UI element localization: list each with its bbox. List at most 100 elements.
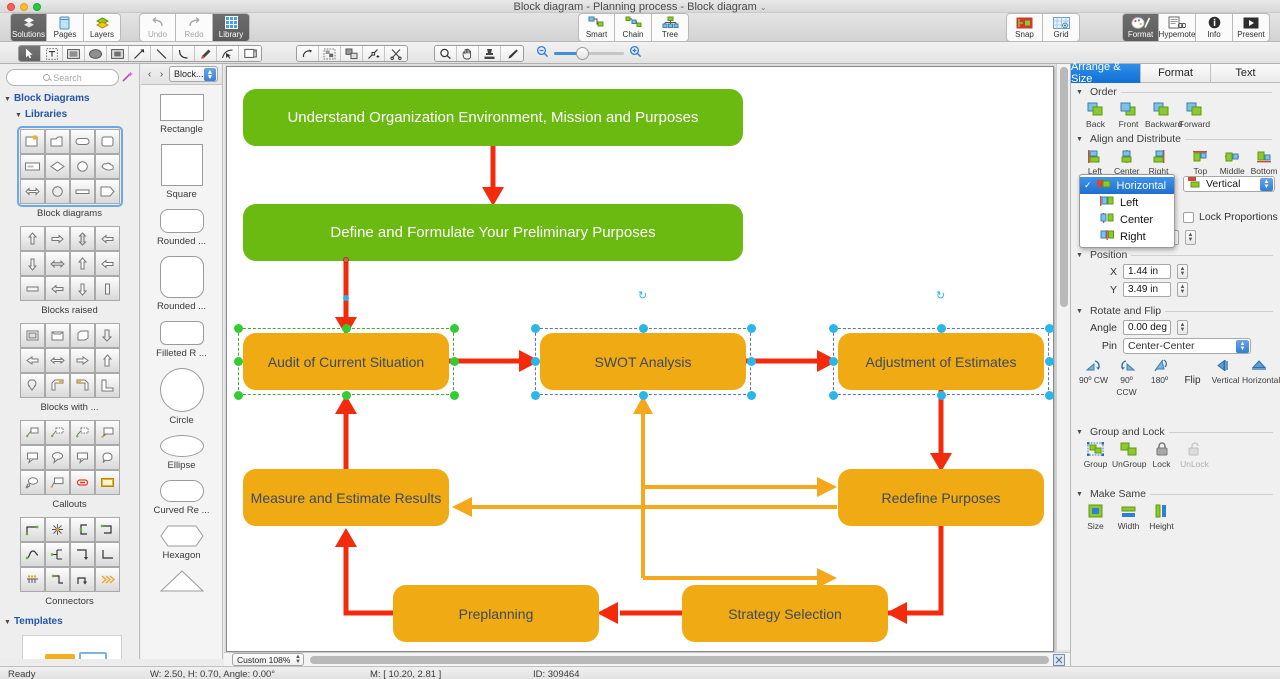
shape-swatch[interactable] <box>70 179 95 204</box>
shape-swatch[interactable] <box>20 348 45 373</box>
send-backward-button[interactable]: Backward <box>1145 101 1178 130</box>
shape-swatch[interactable] <box>95 542 120 567</box>
section-rotate-header[interactable]: ▼ Rotate and Flip <box>1071 305 1280 317</box>
frame-tool-button[interactable] <box>107 46 129 61</box>
template-thumbnail[interactable] <box>22 635 122 659</box>
magic-wand-icon[interactable] <box>119 70 135 86</box>
shape-swatch[interactable] <box>95 420 120 445</box>
shape-swatch[interactable] <box>20 323 45 348</box>
shape-swatch[interactable] <box>70 154 95 179</box>
smart-connector-button[interactable]: Smart <box>578 13 615 42</box>
shape-swatch[interactable] <box>95 373 120 398</box>
rotate-cw-button[interactable]: 90º CW <box>1077 357 1110 398</box>
layers-button[interactable]: Layers <box>84 13 121 42</box>
line-arrow-tool-button[interactable] <box>129 46 151 61</box>
shape-swatch[interactable] <box>20 226 45 251</box>
resize-handle-nw[interactable] <box>234 324 243 333</box>
zoom-slider-knob[interactable] <box>576 47 589 60</box>
menu-item-center[interactable]: Center <box>1080 211 1174 228</box>
search-input[interactable]: Search <box>6 69 119 86</box>
resize-handle-se[interactable] <box>747 391 756 400</box>
lock-proportions-row[interactable]: Lock Proportions <box>1183 211 1278 223</box>
nav-forward-icon[interactable]: › <box>157 69 166 80</box>
shape-swatch[interactable] <box>20 154 45 179</box>
callout-tool-button[interactable] <box>239 46 261 61</box>
pen-tool-button[interactable] <box>195 46 217 61</box>
library-thumbnail-grid[interactable] <box>19 225 121 302</box>
redo-button[interactable]: Redo <box>176 13 213 42</box>
align-center-button[interactable]: Center <box>1111 148 1143 177</box>
align-bottom-button[interactable]: Bottom <box>1248 148 1280 177</box>
position-y-input[interactable]: 3.49 in <box>1123 282 1171 297</box>
send-to-back-button[interactable]: Back <box>1079 101 1112 130</box>
distribute-vertical-stepper-icon[interactable]: ▲▼ <box>1260 178 1273 191</box>
library-thumbnail-grid[interactable] <box>19 419 121 496</box>
shape-swatch[interactable] <box>70 542 95 567</box>
smart-connector-tool-button[interactable] <box>363 46 385 61</box>
menu-item-horizontal[interactable]: ✓ Horizontal <box>1080 177 1174 194</box>
shape-curved-rectangle[interactable]: Curved Re ... <box>141 480 222 516</box>
shape-triangle[interactable] <box>141 570 222 592</box>
shape-swatch[interactable] <box>70 373 95 398</box>
shape-swatch[interactable] <box>70 276 95 301</box>
shape-swatch[interactable] <box>20 567 45 592</box>
snap-button[interactable]: Snap <box>1006 13 1043 42</box>
solutions-button[interactable]: Solutions <box>10 13 47 42</box>
undo-button[interactable]: Undo <box>139 13 176 42</box>
tab-format[interactable]: Format <box>1141 64 1211 83</box>
library-block-diagrams[interactable]: Block diagrams <box>0 128 139 219</box>
same-width-button[interactable]: Width <box>1112 503 1145 532</box>
shape-swatch[interactable] <box>45 542 70 567</box>
diagram-node[interactable]: Redefine Purposes <box>838 469 1044 526</box>
diagram-page[interactable]: Understand Organization Environment, Mis… <box>226 66 1054 652</box>
shape-swatch[interactable] <box>45 276 70 301</box>
format-button[interactable]: Format <box>1122 13 1159 42</box>
shape-swatch[interactable] <box>20 373 45 398</box>
library-callouts[interactable]: Callouts <box>0 419 139 510</box>
shape-swatch[interactable] <box>70 517 95 542</box>
shape-swatch[interactable] <box>45 445 70 470</box>
ellipse-tool-button[interactable] <box>85 46 107 61</box>
diagram-node[interactable]: Strategy Selection <box>682 585 888 642</box>
same-height-button[interactable]: Height <box>1145 503 1178 532</box>
section-order-header[interactable]: ▼ Order <box>1071 86 1280 98</box>
shape-swatch[interactable] <box>95 567 120 592</box>
resize-handle-e[interactable] <box>747 357 756 366</box>
zoom-slider-track[interactable] <box>554 52 624 55</box>
align-top-button[interactable]: Top <box>1184 148 1216 177</box>
resize-handle-w[interactable] <box>531 357 540 366</box>
chain-connector-button[interactable]: Chain <box>615 13 652 42</box>
zoom-in-icon[interactable] <box>629 45 642 61</box>
flip-vertical-button[interactable]: Vertical <box>1209 357 1242 398</box>
shape-swatch[interactable] <box>20 129 45 154</box>
shape-swatch[interactable] <box>95 226 120 251</box>
resize-handle-n[interactable] <box>937 324 946 333</box>
grid-button[interactable]: Grid <box>1043 13 1080 42</box>
hand-tool-button[interactable] <box>457 46 479 61</box>
canvas-vertical-scroll-thumb[interactable] <box>1060 67 1068 307</box>
resize-handle-ne[interactable] <box>450 324 459 333</box>
connector-midpoint[interactable] <box>343 295 349 301</box>
shape-rectangle[interactable]: Rectangle <box>141 94 222 135</box>
present-button[interactable]: Present <box>1233 13 1270 42</box>
info-button[interactable]: Info <box>1196 13 1233 42</box>
rotate-ccw-button[interactable]: 90º CCW <box>1110 357 1143 398</box>
diagram-node[interactable]: Understand Organization Environment, Mis… <box>243 89 743 146</box>
tab-text[interactable]: Text <box>1211 64 1280 83</box>
diagram-node[interactable]: Preplanning <box>393 585 599 642</box>
group-tool-button[interactable] <box>319 46 341 61</box>
shape-swatch[interactable] <box>70 445 95 470</box>
library-connectors[interactable]: Connectors <box>0 516 139 607</box>
shape-swatch[interactable] <box>45 251 70 276</box>
align-left-button[interactable]: Left <box>1079 148 1111 177</box>
resize-handle-sw[interactable] <box>829 391 838 400</box>
canvas-area[interactable]: Understand Organization Environment, Mis… <box>224 64 1070 659</box>
rotate-handle[interactable]: ↻ <box>936 289 945 302</box>
shape-square[interactable]: Square <box>141 144 222 200</box>
shape-hexagon[interactable]: Hexagon <box>141 525 222 561</box>
shape-swatch[interactable] <box>70 567 95 592</box>
shape-swatch[interactable] <box>45 154 70 179</box>
library-thumbnail-grid[interactable] <box>19 516 121 593</box>
ungroup-button[interactable]: UnGroup <box>1112 441 1145 470</box>
lock-proportions-checkbox[interactable] <box>1183 212 1194 223</box>
